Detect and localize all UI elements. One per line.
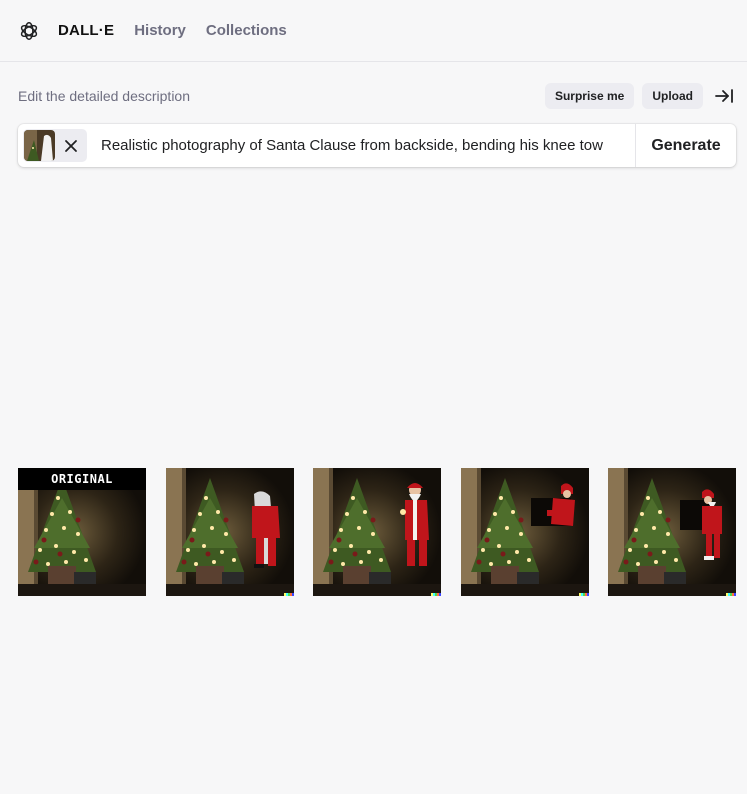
- signature-mark-icon: [431, 593, 441, 596]
- generated-image-1[interactable]: [165, 468, 294, 596]
- generated-image-4-art: [608, 468, 736, 596]
- upload-button[interactable]: Upload: [642, 83, 703, 109]
- generated-image-2[interactable]: [313, 468, 441, 596]
- surprise-me-button[interactable]: Surprise me: [544, 83, 635, 109]
- generated-image-3-art: [460, 468, 589, 596]
- description-label: Edit the detailed description: [18, 88, 190, 104]
- openai-logo-icon[interactable]: [18, 20, 40, 42]
- remove-image-icon[interactable]: [55, 129, 87, 162]
- generated-image-3[interactable]: [460, 468, 589, 596]
- original-label: ORIGINAL: [18, 468, 146, 490]
- generated-image-2-art: [313, 468, 441, 596]
- generated-image-1-art: [165, 468, 294, 596]
- description-row: Edit the detailed description Surprise m…: [18, 83, 735, 109]
- generated-image-4[interactable]: [608, 468, 736, 596]
- attached-image-thumbnail: [24, 130, 55, 161]
- collapse-panel-icon[interactable]: [713, 85, 735, 107]
- nav-collections[interactable]: Collections: [206, 22, 287, 39]
- signature-mark-icon: [578, 593, 589, 596]
- generate-button[interactable]: Generate: [635, 124, 736, 167]
- brand-name[interactable]: DALL·E: [58, 22, 114, 39]
- attached-image-chip: [23, 129, 87, 162]
- prompt-input[interactable]: [101, 137, 635, 154]
- signature-mark-icon: [283, 593, 294, 596]
- image-gallery: ORIGINAL: [18, 468, 736, 596]
- signature-mark-icon: [726, 593, 736, 596]
- nav-history[interactable]: History: [134, 22, 186, 39]
- prompt-bar: Generate: [18, 124, 736, 167]
- top-navigation: DALL·E History Collections: [0, 0, 747, 62]
- original-image[interactable]: ORIGINAL: [18, 468, 146, 596]
